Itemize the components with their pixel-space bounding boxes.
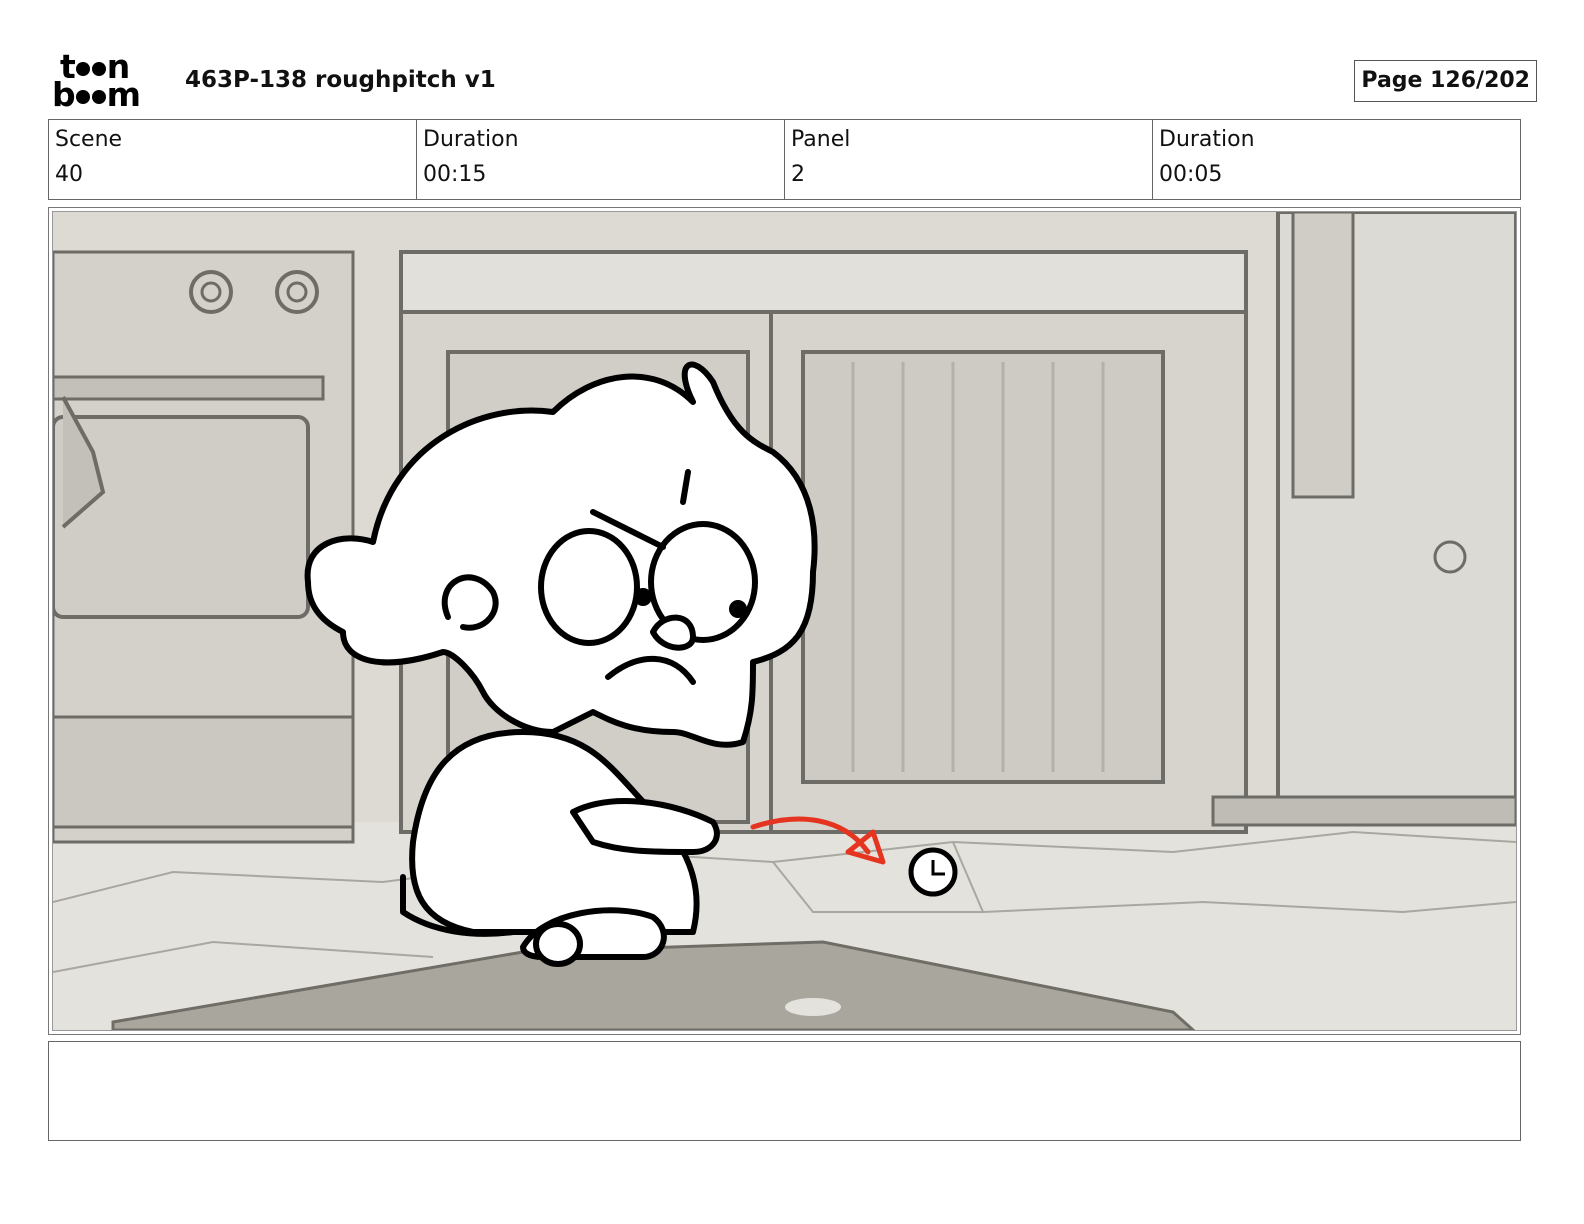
panel-duration-value: 00:05 [1159, 162, 1223, 187]
scene-info-table: Scene 40 Duration 00:15 Panel 2 Duration… [48, 119, 1521, 200]
toonboom-logo: tn bm [52, 47, 141, 114]
page-header: tn bm 463P-138 roughpitch v1 Page 126/20… [48, 48, 1537, 114]
storyboard-panel [48, 207, 1521, 1035]
scene-label: Scene [55, 127, 123, 152]
document-title: 463P-138 roughpitch v1 [185, 67, 496, 93]
scene-value: 40 [55, 162, 83, 187]
panel-cell: Panel 2 [785, 120, 1153, 199]
panel-value: 2 [791, 162, 805, 187]
panel-drawing [52, 211, 1517, 1031]
scene-duration-cell: Duration 00:15 [417, 120, 785, 199]
page-number: Page 126/202 [1354, 60, 1537, 102]
scene-duration-value: 00:15 [423, 162, 487, 187]
panel-duration-label: Duration [1159, 127, 1255, 152]
panel-duration-cell: Duration 00:05 [1153, 120, 1520, 199]
panel-label: Panel [791, 127, 851, 152]
panel-notes-box [48, 1041, 1521, 1141]
scene-duration-label: Duration [423, 127, 519, 152]
scene-cell: Scene 40 [49, 120, 417, 199]
kitchen-scene-sketch [53, 212, 1516, 1030]
